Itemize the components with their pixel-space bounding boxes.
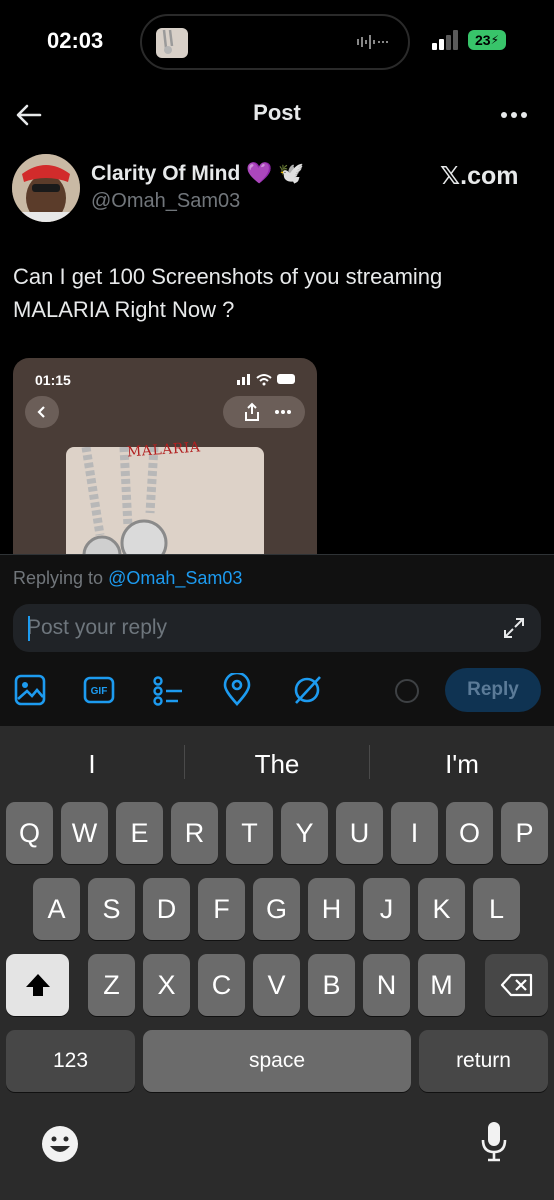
avatar[interactable]	[12, 154, 80, 222]
key-y[interactable]: Y	[281, 802, 328, 864]
key-j[interactable]: J	[363, 878, 410, 940]
share-icon	[245, 402, 259, 421]
key-s[interactable]: S	[88, 878, 135, 940]
poll-icon[interactable]	[151, 673, 185, 707]
character-counter	[395, 679, 419, 703]
audio-wave-icon	[357, 35, 388, 49]
key-z[interactable]: Z	[88, 954, 135, 1016]
microphone-icon[interactable]	[480, 1120, 508, 1164]
key-e[interactable]: E	[116, 802, 163, 864]
key-m[interactable]: M	[418, 954, 465, 1016]
embed-action-pill	[223, 396, 305, 428]
grok-icon[interactable]	[290, 673, 324, 707]
key-h[interactable]: H	[308, 878, 355, 940]
embed-status-time: 01:15	[35, 372, 71, 388]
reply-field[interactable]	[13, 604, 541, 652]
key-b[interactable]: B	[308, 954, 355, 1016]
text-caret	[28, 616, 30, 641]
author-handle[interactable]: @Omah_Sam03	[91, 190, 240, 213]
key-c[interactable]: C	[198, 954, 245, 1016]
numbers-key[interactable]: 123	[6, 1030, 135, 1092]
replying-handle[interactable]: @Omah_Sam03	[108, 568, 242, 588]
status-time: 02:03	[47, 28, 104, 53]
embed-back-button	[25, 396, 59, 428]
key-w[interactable]: W	[61, 802, 108, 864]
suggestion-3[interactable]: I'm	[370, 749, 554, 780]
backspace-icon	[500, 973, 532, 997]
key-f[interactable]: F	[198, 878, 245, 940]
key-p[interactable]: P	[501, 802, 548, 864]
suggestion-2[interactable]: The	[185, 749, 369, 780]
return-key[interactable]: return	[419, 1030, 548, 1092]
key-o[interactable]: O	[446, 802, 493, 864]
post-text: Can I get 100 Screenshots of you streami…	[13, 264, 443, 322]
more-options-icon[interactable]	[498, 101, 530, 129]
key-t[interactable]: T	[226, 802, 273, 864]
battery-indicator: 23 ⚡	[468, 30, 506, 50]
page-title: Post	[253, 100, 301, 125]
key-i[interactable]: I	[391, 802, 438, 864]
image-icon[interactable]	[13, 673, 47, 707]
dynamic-island[interactable]	[140, 14, 410, 70]
key-g[interactable]: G	[253, 878, 300, 940]
key-d[interactable]: D	[143, 878, 190, 940]
emoji-icon[interactable]	[40, 1124, 80, 1164]
key-v[interactable]: V	[253, 954, 300, 1016]
album-cover	[66, 447, 264, 554]
suggestion-1[interactable]: I	[0, 749, 184, 780]
gif-icon[interactable]: GIF	[82, 673, 116, 707]
source-tag: 𝕏.com	[440, 162, 519, 190]
reply-button[interactable]: Reply	[445, 668, 541, 712]
replying-to: Replying to @Omah_Sam03	[13, 568, 242, 589]
key-q[interactable]: Q	[6, 802, 53, 864]
author-name[interactable]: Clarity Of Mind 💜 🕊️	[91, 162, 304, 186]
post-media[interactable]: 01:15 MALARIA	[13, 358, 317, 554]
key-r[interactable]: R	[171, 802, 218, 864]
svg-text:GIF: GIF	[91, 686, 108, 697]
key-a[interactable]: A	[33, 878, 80, 940]
cellular-signal-icon	[432, 30, 458, 50]
key-n[interactable]: N	[363, 954, 410, 1016]
key-x[interactable]: X	[143, 954, 190, 1016]
location-icon[interactable]	[220, 673, 254, 707]
replying-prefix: Replying to	[13, 568, 104, 588]
battery-level: 23	[474, 32, 491, 48]
delete-key[interactable]	[485, 954, 548, 1016]
shift-icon	[25, 974, 50, 996]
now-playing-artwork	[156, 28, 188, 58]
shift-key[interactable]	[6, 954, 69, 1016]
reply-input[interactable]	[27, 604, 467, 652]
ellipsis-icon	[275, 410, 291, 414]
charging-icon: ⚡	[490, 33, 499, 47]
expand-icon[interactable]	[503, 617, 525, 639]
key-l[interactable]: L	[473, 878, 520, 940]
embed-status-icons	[237, 374, 295, 386]
key-k[interactable]: K	[418, 878, 465, 940]
key-u[interactable]: U	[336, 802, 383, 864]
space-key[interactable]: space	[143, 1030, 411, 1092]
